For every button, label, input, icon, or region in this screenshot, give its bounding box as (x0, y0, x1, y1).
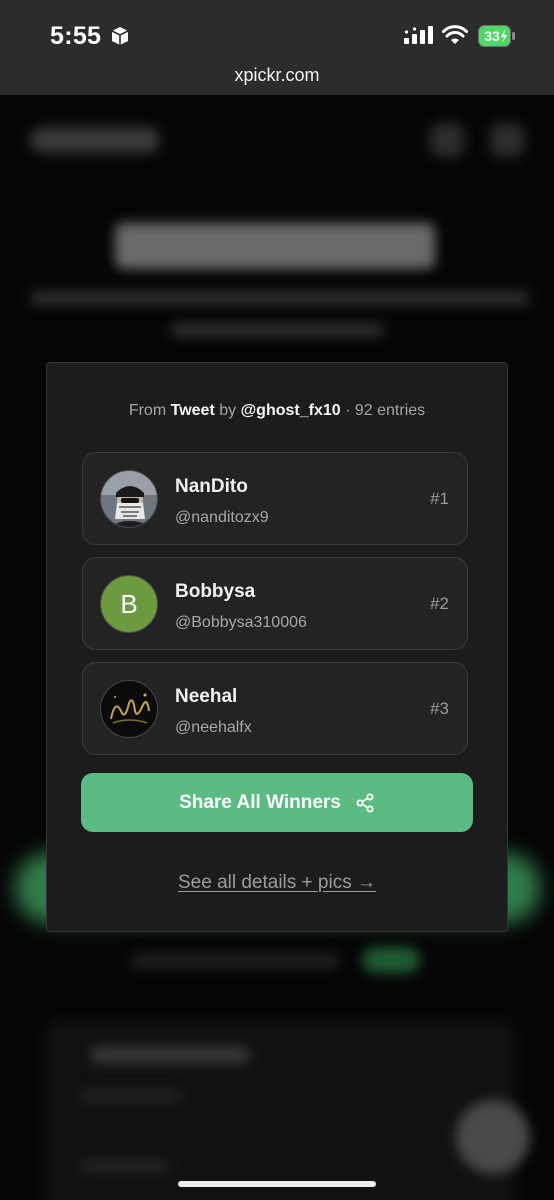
background-title (115, 223, 435, 269)
winner-rank: #1 (430, 489, 449, 508)
background-card-title (90, 1047, 250, 1063)
battery-icon: 33 (478, 25, 516, 47)
winner-card[interactable]: NanDito @nanditozx9 #1 (82, 452, 468, 545)
wifi-icon (442, 25, 468, 44)
winner-card[interactable]: B Bobbysa @Bobbysa310006 #2 (82, 557, 468, 650)
winners-modal: From Tweet by @ghost_fx10 · 92 entries N… (46, 362, 508, 932)
background-subtitle (170, 323, 385, 337)
source-author: @ghost_fx10 (240, 402, 341, 419)
winner-rank: #2 (430, 594, 449, 613)
winner-name: Neehal (175, 686, 238, 707)
avatar (100, 470, 158, 528)
browser-url[interactable]: xpickr.com (0, 65, 554, 86)
winner-handle: @Bobbysa310006 (175, 614, 307, 631)
entries-count: 92 entries (354, 402, 426, 419)
avatar (100, 680, 158, 738)
source-type: Tweet (170, 402, 215, 419)
background-logo (30, 127, 160, 153)
box-icon (111, 27, 129, 45)
source-prefix: From (128, 402, 167, 419)
winner-handle: @nanditozx9 (175, 509, 269, 526)
cellular-signal-icon (404, 26, 433, 44)
background-button (490, 123, 524, 157)
winner-name: Bobbysa (175, 581, 256, 602)
background-subtitle (30, 291, 530, 305)
home-indicator[interactable] (178, 1181, 376, 1187)
share-all-winners-button[interactable]: Share All Winners (81, 773, 473, 832)
background-card-line (80, 1090, 180, 1102)
source-separator: · (345, 402, 351, 419)
share-button-label: Share All Winners (179, 791, 341, 813)
share-icon (356, 793, 374, 812)
background-text (130, 953, 340, 969)
winner-name: NanDito (175, 476, 248, 497)
battery-level: 33 (484, 28, 500, 44)
source-by: by (219, 402, 237, 419)
see-all-details-link[interactable]: See all details + pics → (47, 872, 507, 894)
winner-card[interactable]: Neehal @neehalfx #3 (82, 662, 468, 755)
background-badge (362, 947, 420, 973)
source-info: From Tweet by @ghost_fx10 · 92 entries (47, 402, 507, 420)
winner-handle: @neehalfx (175, 719, 252, 736)
background-card-line (80, 1160, 170, 1172)
winner-rank: #3 (430, 699, 449, 718)
status-bar: 5:55 33 xpickr.com (0, 0, 554, 95)
status-time: 5:55 (50, 22, 102, 50)
background-button (430, 123, 464, 157)
background-floating-button (456, 1100, 530, 1174)
avatar: B (100, 575, 158, 633)
